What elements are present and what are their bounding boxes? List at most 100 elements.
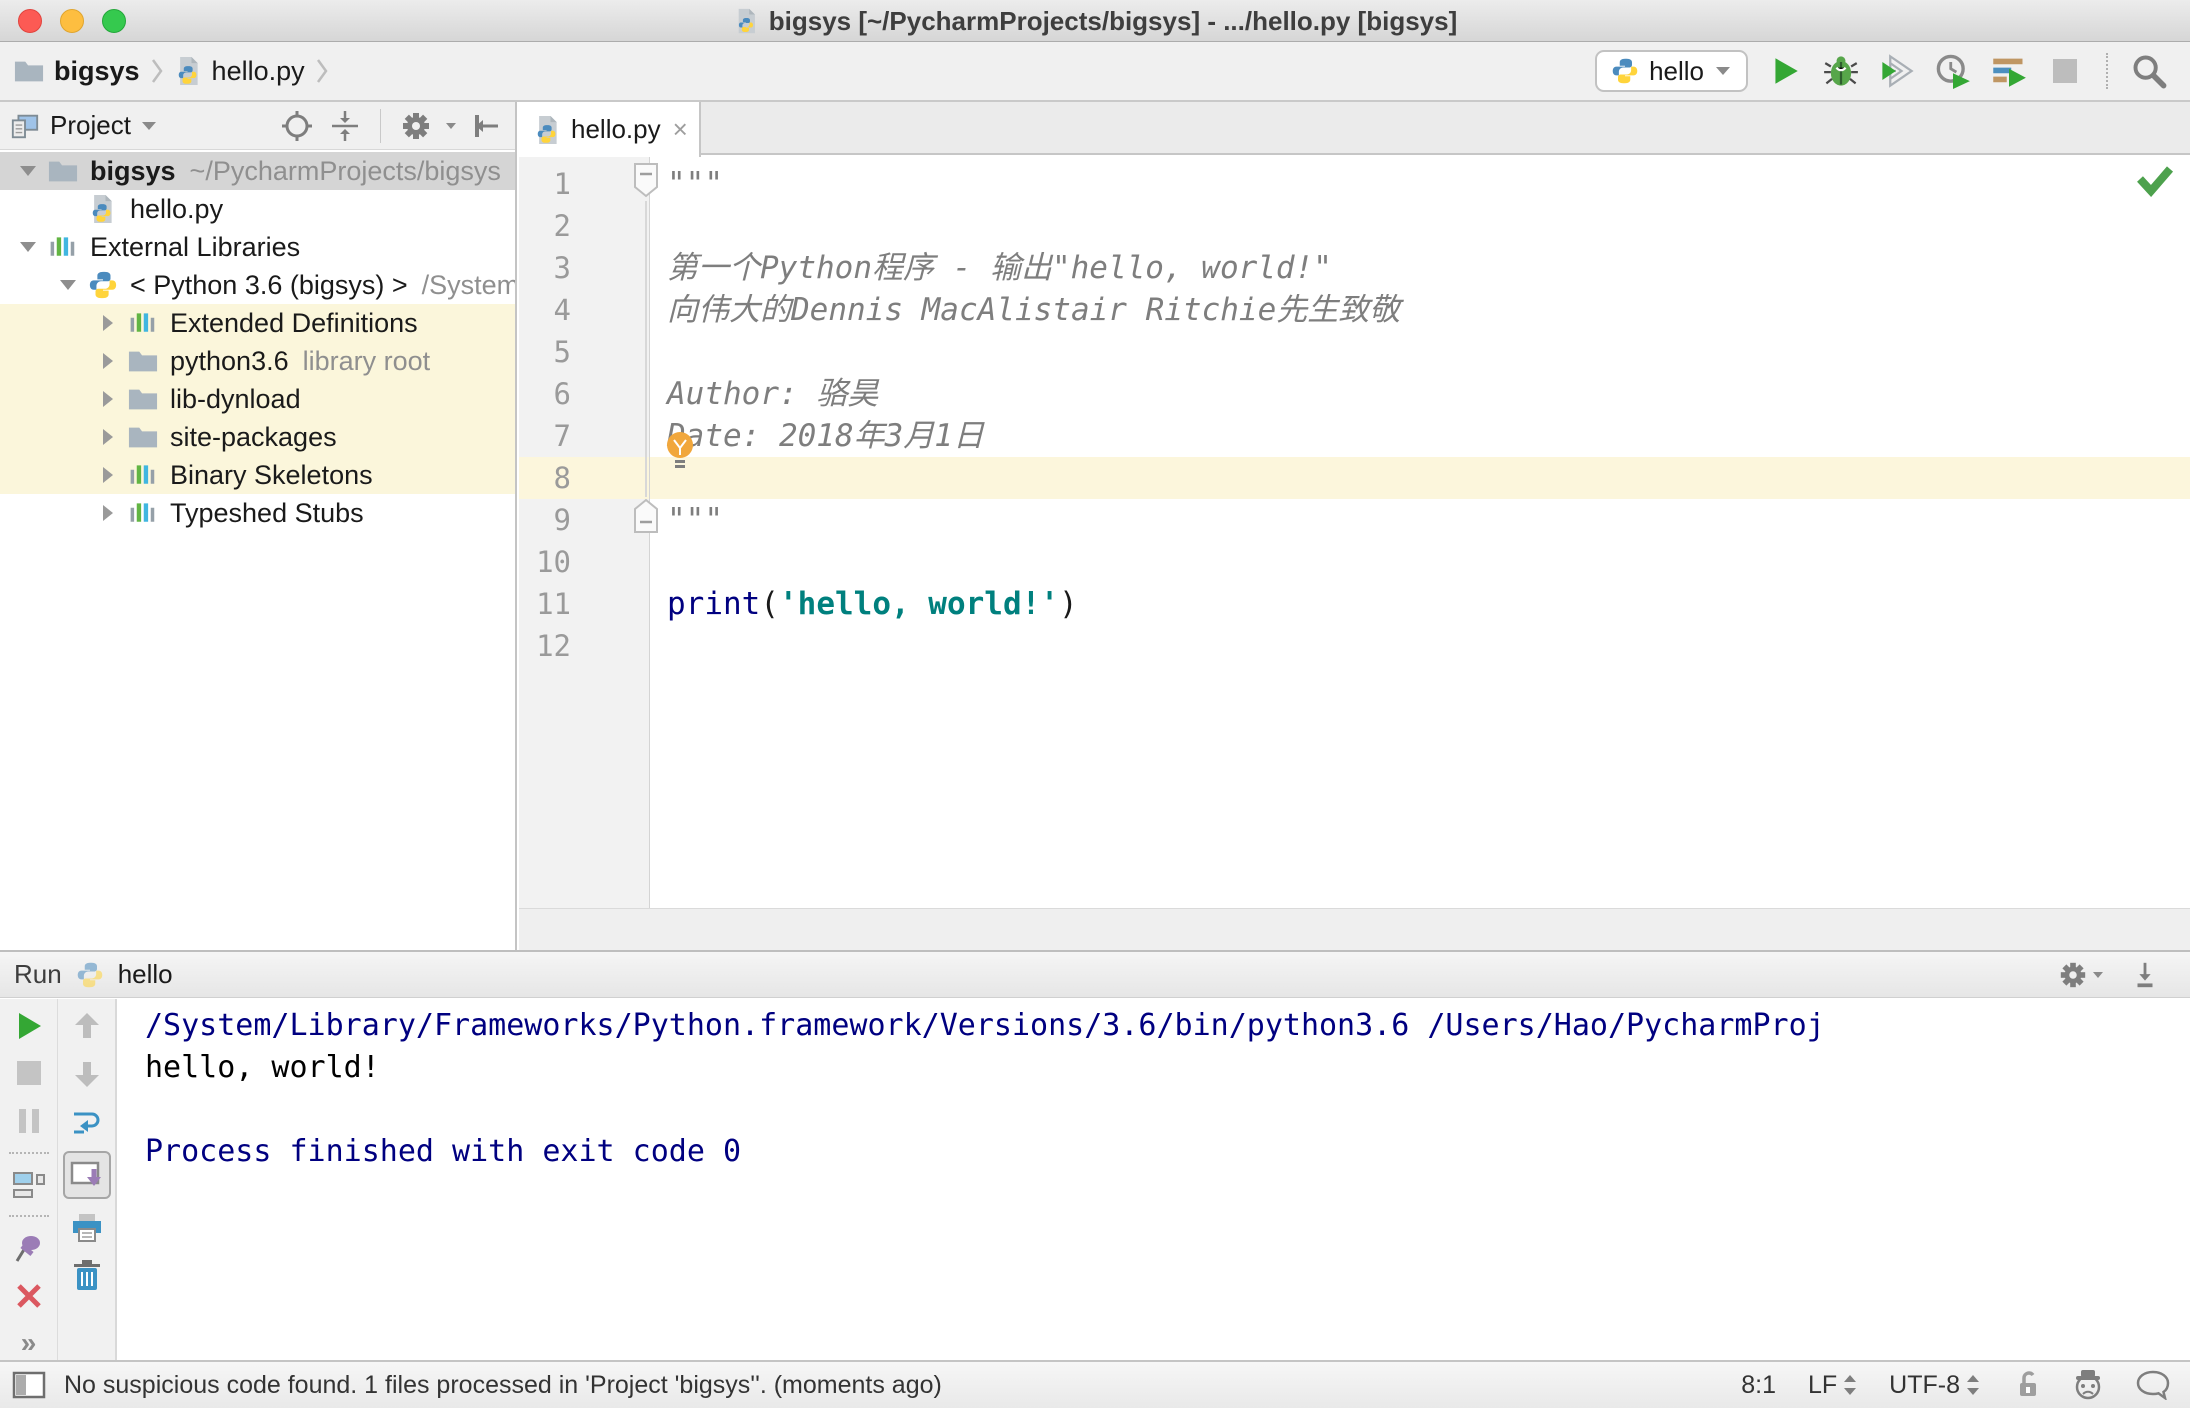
run-with-coverage-button[interactable] bbox=[1878, 52, 1916, 90]
library-icon bbox=[128, 461, 168, 489]
restore-layout-icon[interactable] bbox=[9, 1166, 49, 1204]
status-message: No suspicious code found. 1 files proces… bbox=[64, 1370, 942, 1399]
breadcrumb: bigsys hello.py bbox=[14, 42, 329, 100]
tree-row-site-packages[interactable]: site-packages bbox=[0, 418, 515, 456]
gear-icon[interactable] bbox=[397, 107, 435, 145]
line-number: 7 bbox=[553, 419, 571, 453]
run-tool-window-header: Run hello bbox=[0, 952, 2190, 998]
tree-row-extended-definitions[interactable]: Extended Definitions bbox=[0, 304, 515, 342]
expand-arrow-icon[interactable] bbox=[88, 504, 128, 522]
hector-inspector-icon[interactable] bbox=[2072, 1369, 2104, 1401]
search-everywhere-icon[interactable] bbox=[2130, 52, 2168, 90]
chevron-down-icon[interactable] bbox=[445, 122, 457, 130]
line-number: 5 bbox=[553, 335, 571, 369]
expand-arrow-icon[interactable] bbox=[88, 314, 128, 332]
tree-row-binary-skeletons[interactable]: Binary Skeletons bbox=[0, 456, 515, 494]
stop-button[interactable] bbox=[2046, 52, 2084, 90]
code-editor[interactable]: 1 2 3 4 5 6 7 8 9 10 11 12 """ 第一个Python… bbox=[519, 157, 2190, 908]
event-log-bubble-icon[interactable] bbox=[2136, 1370, 2170, 1400]
code-line: 向伟大的Dennis MacAlistair Ritchie先生致敬 bbox=[667, 292, 1401, 328]
expand-arrow-icon[interactable] bbox=[88, 428, 128, 446]
line-number: 4 bbox=[553, 293, 571, 327]
python-file-icon bbox=[733, 8, 759, 34]
collapse-arrow-icon[interactable] bbox=[8, 240, 48, 254]
caret-position-widget[interactable]: 8:1 bbox=[1741, 1371, 1776, 1400]
run-configuration-name: hello bbox=[1649, 55, 1704, 86]
project-tree: bigsys ~/PycharmProjects/bigsys hello.py… bbox=[0, 150, 515, 532]
line-number: 11 bbox=[536, 587, 571, 621]
run-window-title: Run bbox=[14, 959, 62, 989]
folder-icon bbox=[128, 424, 168, 450]
collapse-arrow-icon[interactable] bbox=[8, 164, 48, 178]
fold-marker-collapse-icon[interactable] bbox=[631, 497, 661, 535]
run-console[interactable]: /System/Library/Frameworks/Python.framew… bbox=[119, 999, 2190, 1362]
console-line-exit: Process finished with exit code 0 bbox=[145, 1134, 742, 1169]
pause-output-button[interactable] bbox=[9, 1102, 49, 1140]
line-separator-widget[interactable]: LF bbox=[1808, 1371, 1857, 1400]
code-line: 第一个Python程序 - 输出"hello, world!" bbox=[667, 250, 1332, 286]
tree-row-lib-dynload[interactable]: lib-dynload bbox=[0, 380, 515, 418]
debug-button[interactable] bbox=[1822, 52, 1860, 90]
tree-row-hello-py[interactable]: hello.py bbox=[0, 190, 515, 228]
profiler-button[interactable] bbox=[1934, 52, 1972, 90]
more-actions-button[interactable]: » bbox=[9, 1324, 49, 1362]
breadcrumb-file[interactable]: hello.py bbox=[212, 56, 305, 87]
soft-wrap-icon[interactable] bbox=[67, 1103, 107, 1141]
concurrency-diagram-button[interactable] bbox=[1990, 52, 2028, 90]
python-file-icon bbox=[533, 114, 561, 146]
project-tool-window: Project bigsys ~/PycharmProjects/bigsys … bbox=[0, 102, 517, 950]
tree-row-python3-6-root[interactable]: python3.6 library root bbox=[0, 342, 515, 380]
intention-lightbulb-icon[interactable] bbox=[661, 429, 699, 473]
library-icon bbox=[128, 309, 168, 337]
editor-tab-bar: hello.py × bbox=[519, 102, 2190, 157]
tree-row-python-3-6[interactable]: < Python 3.6 (bigsys) > /System bbox=[0, 266, 515, 304]
run-tool-window-body: » /System/Library/Frameworks/Python.fram… bbox=[0, 999, 2190, 1362]
line-number: 1 bbox=[553, 167, 571, 201]
tree-row-external-libraries[interactable]: External Libraries bbox=[0, 228, 515, 266]
editor-horizontal-scrollbar[interactable] bbox=[519, 908, 2190, 950]
clear-all-icon[interactable] bbox=[67, 1257, 107, 1295]
encoding-widget[interactable]: UTF-8 bbox=[1889, 1371, 1980, 1400]
code-line: """ bbox=[667, 502, 723, 538]
code-line: """ bbox=[667, 166, 723, 202]
expand-arrow-icon[interactable] bbox=[88, 466, 128, 484]
hide-panel-icon[interactable] bbox=[467, 107, 505, 145]
toolbar-separator bbox=[8, 1151, 49, 1154]
rerun-button[interactable] bbox=[9, 1007, 49, 1045]
locate-file-icon[interactable] bbox=[278, 107, 316, 145]
tree-row-bigsys[interactable]: bigsys ~/PycharmProjects/bigsys bbox=[0, 152, 515, 190]
close-icon[interactable] bbox=[9, 1277, 49, 1315]
up-stack-trace-icon[interactable] bbox=[67, 1007, 107, 1045]
console-line-stdout: hello, world! bbox=[145, 1050, 380, 1085]
tab-hello-py[interactable]: hello.py × bbox=[519, 102, 701, 157]
tree-row-typeshed-stubs[interactable]: Typeshed Stubs bbox=[0, 494, 515, 532]
toggle-toolwindows-icon[interactable] bbox=[12, 1371, 46, 1399]
run-configuration-selector[interactable]: hello bbox=[1595, 50, 1748, 92]
expand-arrow-icon[interactable] bbox=[88, 390, 128, 408]
run-toolbar: » bbox=[0, 999, 117, 1362]
expand-arrow-icon[interactable] bbox=[88, 352, 128, 370]
project-view-title[interactable]: Project bbox=[50, 110, 131, 141]
pin-tab-icon[interactable] bbox=[9, 1229, 49, 1267]
python-icon bbox=[76, 961, 104, 989]
collapse-all-icon[interactable] bbox=[326, 107, 364, 145]
scroll-to-end-button[interactable] bbox=[62, 1151, 111, 1199]
folder-icon bbox=[48, 158, 88, 184]
inspection-status-ok-icon[interactable] bbox=[2136, 165, 2174, 197]
collapse-arrow-icon[interactable] bbox=[48, 278, 88, 292]
stop-button[interactable] bbox=[9, 1055, 49, 1093]
run-button[interactable] bbox=[1766, 52, 1804, 90]
breadcrumb-project[interactable]: bigsys bbox=[54, 56, 140, 87]
fold-marker-collapse-icon[interactable] bbox=[631, 161, 661, 199]
print-icon[interactable] bbox=[67, 1209, 107, 1247]
line-number: 3 bbox=[553, 251, 571, 285]
down-stack-trace-icon[interactable] bbox=[67, 1055, 107, 1093]
hide-window-icon[interactable] bbox=[2130, 960, 2160, 990]
line-number: 9 bbox=[553, 503, 571, 537]
run-tab-hello[interactable]: hello bbox=[118, 959, 173, 990]
chevron-right-icon bbox=[150, 56, 164, 86]
close-icon[interactable]: × bbox=[673, 114, 688, 145]
chevron-down-icon[interactable] bbox=[141, 121, 157, 131]
lock-open-icon[interactable] bbox=[2012, 1370, 2040, 1400]
gear-icon[interactable] bbox=[2058, 960, 2104, 990]
